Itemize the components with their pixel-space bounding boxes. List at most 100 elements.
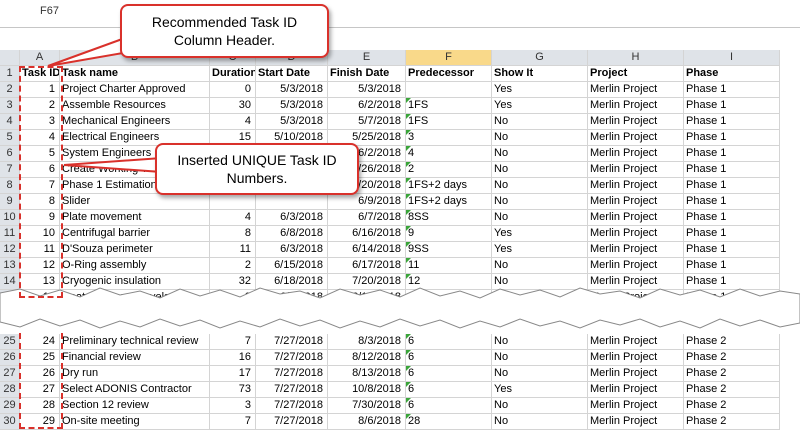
- header-cell-name[interactable]: Task name: [60, 66, 210, 82]
- name-box[interactable]: F67: [40, 5, 59, 17]
- cell-finish[interactable]: 8/12/2018: [328, 350, 406, 366]
- cell-show[interactable]: Yes: [492, 98, 588, 114]
- column-header-e[interactable]: E: [328, 50, 406, 66]
- cell-finish[interactable]: 8/6/2018: [328, 414, 406, 430]
- cell-pred[interactable]: 1FS+2 days: [406, 178, 492, 194]
- cell-proj[interactable]: Merlin Project: [588, 178, 684, 194]
- cell-proj[interactable]: Merlin Project: [588, 98, 684, 114]
- cell-name[interactable]: Project Charter Approved: [60, 82, 210, 98]
- cell-start[interactable]: 5/3/2018: [256, 98, 328, 114]
- row-header[interactable]: 6: [0, 146, 20, 162]
- cell-name[interactable]: Financial review: [60, 350, 210, 366]
- row-header[interactable]: 30: [0, 414, 20, 430]
- cell-dur[interactable]: 16: [210, 350, 256, 366]
- cell-start[interactable]: 7/27/2018: [256, 334, 328, 350]
- header-cell-start[interactable]: Start Date: [256, 66, 328, 82]
- cell-show[interactable]: No: [492, 366, 588, 382]
- cell-start[interactable]: 6/3/2018: [256, 210, 328, 226]
- cell-proj[interactable]: Merlin Project: [588, 162, 684, 178]
- cell-start[interactable]: 5/3/2018: [256, 82, 328, 98]
- cell-pred[interactable]: 3: [406, 130, 492, 146]
- cell-start[interactable]: [256, 194, 328, 210]
- cell-phase[interactable]: Phase 1: [684, 210, 780, 226]
- cell-pred[interactable]: 9SS: [406, 242, 492, 258]
- cell-show[interactable]: No: [492, 350, 588, 366]
- cell-dur[interactable]: 17: [210, 366, 256, 382]
- cell-finish[interactable]: 6/17/2018: [328, 258, 406, 274]
- cell-start[interactable]: 7/27/2018: [256, 382, 328, 398]
- row-header[interactable]: 4: [0, 114, 20, 130]
- row-header[interactable]: 11: [0, 226, 20, 242]
- cell-pred[interactable]: 1FS: [406, 114, 492, 130]
- cell-name[interactable]: Slider: [60, 194, 210, 210]
- cell-phase[interactable]: Phase 1: [684, 98, 780, 114]
- row-header[interactable]: 12: [0, 242, 20, 258]
- header-cell-finish[interactable]: Finish Date: [328, 66, 406, 82]
- row-header[interactable]: 28: [0, 382, 20, 398]
- cell-pred[interactable]: 8SS: [406, 210, 492, 226]
- cell-proj[interactable]: Merlin Project: [588, 334, 684, 350]
- column-header-f[interactable]: F: [406, 50, 492, 66]
- row-header[interactable]: 27: [0, 366, 20, 382]
- cell-show[interactable]: Yes: [492, 242, 588, 258]
- cell-name[interactable]: Plate movement: [60, 210, 210, 226]
- cell-phase[interactable]: Phase 1: [684, 130, 780, 146]
- column-header-h[interactable]: H: [588, 50, 684, 66]
- cell-dur[interactable]: 30: [210, 98, 256, 114]
- cell-proj[interactable]: Merlin Project: [588, 350, 684, 366]
- cell-show[interactable]: No: [492, 114, 588, 130]
- cell-finish[interactable]: 8/3/2018: [328, 334, 406, 350]
- cell-phase[interactable]: Phase 2: [684, 382, 780, 398]
- cell-dur[interactable]: 4: [210, 114, 256, 130]
- select-all-corner[interactable]: [0, 50, 20, 66]
- row-header[interactable]: 26: [0, 350, 20, 366]
- column-header-g[interactable]: G: [492, 50, 588, 66]
- row-header[interactable]: 7: [0, 162, 20, 178]
- cell-dur[interactable]: 2: [210, 258, 256, 274]
- cell-start[interactable]: 7/27/2018: [256, 398, 328, 414]
- cell-dur[interactable]: 7: [210, 414, 256, 430]
- cell-dur[interactable]: 8: [210, 226, 256, 242]
- cell-pred[interactable]: 1FS+2 days: [406, 194, 492, 210]
- cell-name[interactable]: On-site meeting: [60, 414, 210, 430]
- cell-proj[interactable]: Merlin Project: [588, 82, 684, 98]
- cell-name[interactable]: Centrifugal barrier: [60, 226, 210, 242]
- header-cell-proj[interactable]: Project: [588, 66, 684, 82]
- cell-pred[interactable]: 28: [406, 414, 492, 430]
- cell-start[interactable]: 7/27/2018: [256, 350, 328, 366]
- cell-phase[interactable]: Phase 2: [684, 366, 780, 382]
- cell-start[interactable]: 6/3/2018: [256, 242, 328, 258]
- cell-show[interactable]: No: [492, 334, 588, 350]
- cell-name[interactable]: Mechanical Engineers: [60, 114, 210, 130]
- column-header-i[interactable]: I: [684, 50, 780, 66]
- cell-finish[interactable]: 6/16/2018: [328, 226, 406, 242]
- cell-pred[interactable]: 4: [406, 146, 492, 162]
- header-cell-phase[interactable]: Phase: [684, 66, 780, 82]
- cell-finish[interactable]: 5/3/2018: [328, 82, 406, 98]
- cell-show[interactable]: No: [492, 398, 588, 414]
- cell-finish[interactable]: 6/9/2018: [328, 194, 406, 210]
- cell-finish[interactable]: 6/2/2018: [328, 98, 406, 114]
- cell-finish[interactable]: 10/8/2018: [328, 382, 406, 398]
- row-header[interactable]: 29: [0, 398, 20, 414]
- cell-proj[interactable]: Merlin Project: [588, 194, 684, 210]
- cell-show[interactable]: No: [492, 146, 588, 162]
- cell-name[interactable]: Preliminary technical review: [60, 334, 210, 350]
- header-cell-show[interactable]: Show It: [492, 66, 588, 82]
- cell-proj[interactable]: Merlin Project: [588, 258, 684, 274]
- cell-dur[interactable]: 7: [210, 334, 256, 350]
- cell-pred[interactable]: 1FS: [406, 98, 492, 114]
- cell-name[interactable]: Assemble Resources: [60, 98, 210, 114]
- cell-dur[interactable]: 73: [210, 382, 256, 398]
- cell-finish[interactable]: 8/13/2018: [328, 366, 406, 382]
- cell-phase[interactable]: Phase 1: [684, 178, 780, 194]
- cell-phase[interactable]: Phase 1: [684, 242, 780, 258]
- cell-phase[interactable]: Phase 1: [684, 114, 780, 130]
- row-header[interactable]: 2: [0, 82, 20, 98]
- cell-pred[interactable]: 6: [406, 398, 492, 414]
- cell-finish[interactable]: 7/30/2018: [328, 398, 406, 414]
- cell-finish[interactable]: 6/14/2018: [328, 242, 406, 258]
- cell-phase[interactable]: Phase 1: [684, 226, 780, 242]
- cell-phase[interactable]: Phase 1: [684, 162, 780, 178]
- cell-phase[interactable]: Phase 1: [684, 194, 780, 210]
